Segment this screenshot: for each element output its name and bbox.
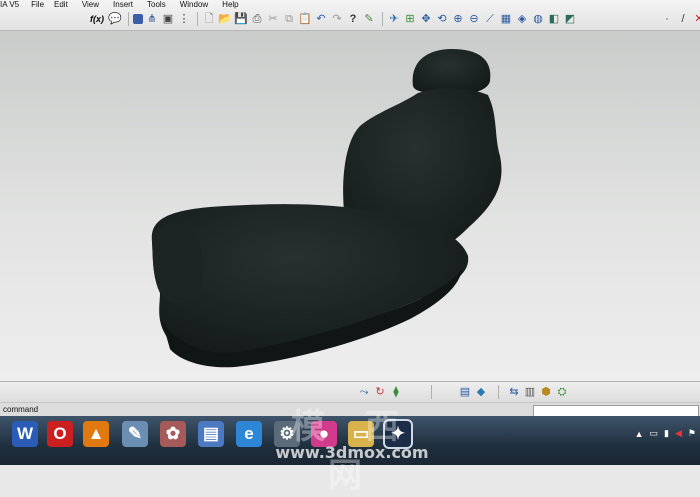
toolbar-separator bbox=[197, 12, 198, 26]
word-app-icon[interactable]: W bbox=[12, 421, 38, 447]
extra-toolbar: · / ✕ bbox=[660, 10, 700, 28]
vlc-app-icon[interactable]: ▲ bbox=[83, 421, 109, 447]
tree-icon[interactable]: ⋔ bbox=[145, 12, 159, 26]
comment-icon[interactable]: 💬 bbox=[108, 12, 122, 26]
sketch-icon[interactable]: ⤳ bbox=[357, 385, 371, 399]
copy-icon[interactable]: ⧉ bbox=[282, 12, 296, 26]
selection-icon[interactable]: ⋮ bbox=[177, 12, 191, 26]
ie-app-icon[interactable]: e bbox=[236, 421, 262, 447]
3d-viewport[interactable] bbox=[0, 31, 700, 381]
network-app-icon[interactable]: ⚙ bbox=[274, 421, 300, 447]
point-icon[interactable]: · bbox=[660, 12, 674, 26]
menu-view[interactable]: View bbox=[82, 0, 113, 9]
open-icon[interactable]: 📂 bbox=[218, 12, 232, 26]
swap-icon[interactable]: ◩ bbox=[563, 12, 577, 26]
close-icon[interactable]: ✕ bbox=[692, 12, 700, 26]
part-icon[interactable]: ⬢ bbox=[539, 385, 553, 399]
standard-toolbar: f(x) 💬 ⋔ ▣ ⋮ 🗋 📂 💾 ⎙ ✂ ⧉ 📋 ↶ ↷ ? ✎ ✈ ⊞ ✥… bbox=[88, 10, 579, 28]
grid-icon[interactable] bbox=[133, 14, 143, 24]
new-icon[interactable]: 🗋 bbox=[202, 12, 216, 26]
pocket-icon[interactable]: ⧫ bbox=[389, 385, 403, 399]
toolbar-separator bbox=[382, 12, 383, 26]
tray-keyboard-icon[interactable]: ▭ bbox=[650, 428, 659, 439]
menu-app-title: IA V5 bbox=[0, 0, 20, 9]
toolbar-separator bbox=[431, 385, 432, 399]
multi-view-icon[interactable]: ▦ bbox=[499, 12, 513, 26]
workbench-toolbar: ⤳ ↻ ⧫ ▤ ◆ ⇆ ▥ ⬢ ⛭ bbox=[0, 381, 700, 403]
zoom-out-icon[interactable]: ⊖ bbox=[467, 12, 481, 26]
layer-icon[interactable]: ▥ bbox=[523, 385, 537, 399]
menu-tools[interactable]: Tools bbox=[147, 0, 180, 9]
fly-icon[interactable]: ✈ bbox=[387, 12, 401, 26]
menu-insert[interactable]: Insert bbox=[113, 0, 147, 9]
headrest bbox=[412, 49, 491, 95]
line-icon[interactable]: / bbox=[676, 12, 690, 26]
car-seat-model[interactable] bbox=[0, 31, 700, 381]
split-icon[interactable]: ⇆ bbox=[507, 385, 521, 399]
taskbar: ▲ ▭ ▮ ◀ ⚑ W O ▲ ✎ ✿ ▤ e ⚙ ● ▭ ✦ bbox=[0, 416, 700, 465]
catia-app-icon[interactable]: ✦ bbox=[383, 419, 413, 449]
menu-help[interactable]: Help bbox=[222, 0, 248, 9]
menu-edit[interactable]: Edit bbox=[54, 0, 82, 9]
apply-material-icon[interactable]: ◆ bbox=[474, 385, 488, 399]
tray-arrow-icon[interactable]: ▲ bbox=[635, 429, 644, 439]
cut-icon[interactable]: ✂ bbox=[266, 12, 280, 26]
assembly-icon[interactable]: ⛭ bbox=[555, 385, 569, 399]
system-tray: ▲ ▭ ▮ ◀ ⚑ bbox=[635, 428, 696, 439]
toolbar-separator bbox=[128, 12, 129, 26]
pan-icon[interactable]: ✥ bbox=[419, 12, 433, 26]
toolbar-separator bbox=[498, 385, 499, 399]
pad-icon[interactable]: ↻ bbox=[373, 385, 387, 399]
folder-app-icon[interactable]: ▭ bbox=[348, 421, 374, 447]
pdf-app-icon[interactable]: ▤ bbox=[198, 421, 224, 447]
render-style-icon[interactable]: ◍ bbox=[531, 12, 545, 26]
command-bar: command bbox=[0, 402, 700, 417]
paint-app-icon[interactable]: ✎ bbox=[122, 421, 148, 447]
whats-this-icon[interactable]: ? bbox=[346, 12, 360, 26]
zoom-in-icon[interactable]: ⊕ bbox=[451, 12, 465, 26]
fit-all-icon[interactable]: ⊞ bbox=[403, 12, 417, 26]
menu-window[interactable]: Window bbox=[180, 0, 222, 9]
iso-view-icon[interactable]: ◈ bbox=[515, 12, 529, 26]
tray-flag-icon[interactable]: ⚑ bbox=[688, 428, 696, 439]
opera-app-icon[interactable]: O bbox=[47, 421, 73, 447]
menu-file[interactable]: File bbox=[31, 0, 54, 9]
hide-show-icon[interactable]: ◧ bbox=[547, 12, 561, 26]
undo-icon[interactable]: ↶ bbox=[314, 12, 328, 26]
command-label: command bbox=[3, 405, 39, 414]
print-icon[interactable]: ⎙ bbox=[250, 12, 264, 26]
redo-icon[interactable]: ↷ bbox=[330, 12, 344, 26]
measure-icon[interactable]: ▤ bbox=[458, 385, 472, 399]
help-icon[interactable]: ✎ bbox=[362, 12, 376, 26]
save-icon[interactable]: 💾 bbox=[234, 12, 248, 26]
menu-bar: IA V5 File Edit View Insert Tools Window… bbox=[0, 0, 249, 9]
catalog-icon[interactable]: ▣ bbox=[161, 12, 175, 26]
normal-view-icon[interactable]: ⟋ bbox=[483, 12, 497, 26]
rotate-icon[interactable]: ⟲ bbox=[435, 12, 449, 26]
media-app-icon[interactable]: ● bbox=[311, 421, 337, 447]
tray-network-icon[interactable]: ▮ bbox=[664, 428, 669, 439]
paste-icon[interactable]: 📋 bbox=[298, 12, 312, 26]
tray-volume-icon[interactable]: ◀ bbox=[675, 428, 682, 439]
formula-icon[interactable]: f(x) bbox=[88, 12, 106, 26]
tool-app-icon[interactable]: ✿ bbox=[160, 421, 186, 447]
top-toolbar-area: IA V5 File Edit View Insert Tools Window… bbox=[0, 0, 700, 31]
